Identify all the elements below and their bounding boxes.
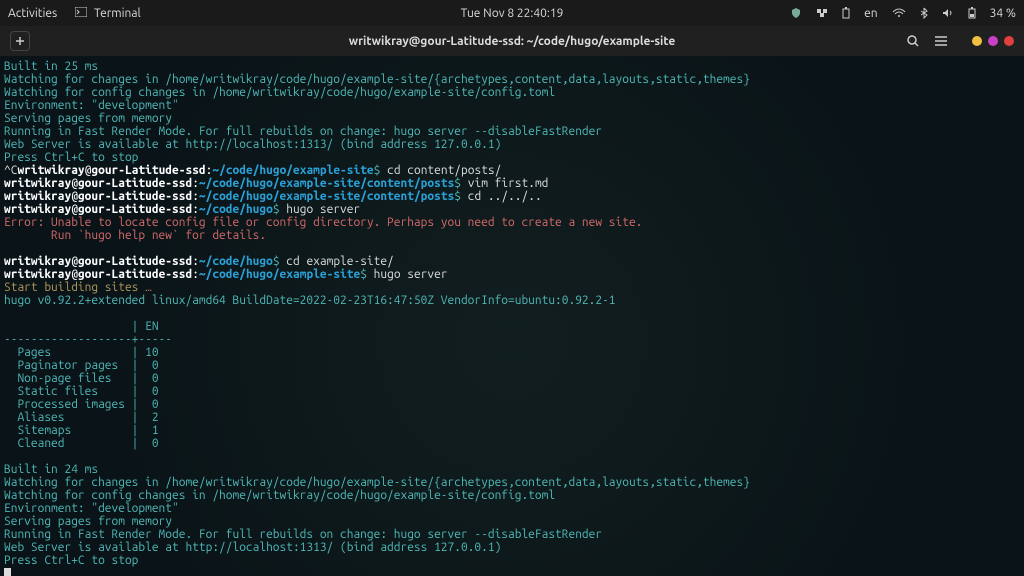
table-row: Pages | 10: [4, 346, 172, 359]
hamburger-menu-icon[interactable]: [934, 35, 948, 48]
window-title: writwikray@gour-Latitude-ssd: ~/code/hug…: [349, 35, 676, 48]
window-titlebar: writwikray@gour-Latitude-ssd: ~/code/hug…: [0, 26, 1024, 56]
new-tab-button[interactable]: [10, 31, 30, 51]
table-header: | EN: [4, 320, 172, 333]
battery-menu-icon[interactable]: [842, 7, 850, 19]
terminal-app-menu[interactable]: Terminal: [75, 7, 140, 20]
shield-icon[interactable]: [790, 7, 802, 19]
battery-percent: 34 %: [990, 7, 1016, 20]
table-row: Paginator pages | 0: [4, 359, 172, 372]
gnome-topbar: Activities Terminal Tue Nov 8 22:40:19 e…: [0, 0, 1024, 26]
minimize-button[interactable]: [972, 36, 982, 46]
table-row: Sitemaps | 1: [4, 424, 172, 437]
maximize-button[interactable]: [988, 36, 998, 46]
terminal-icon: [75, 7, 87, 17]
table-row: Processed images | 0: [4, 398, 172, 411]
table-row: Non-page files | 0: [4, 372, 172, 385]
dropbox-icon[interactable]: [816, 7, 828, 19]
battery-icon: [968, 7, 976, 19]
search-icon[interactable]: [906, 34, 920, 48]
bluetooth-icon[interactable]: [920, 7, 928, 19]
table-row: Static files | 0: [4, 385, 172, 398]
window-controls: [972, 36, 1014, 46]
terminal-output[interactable]: Built in 25 ms Watching for changes in /…: [0, 56, 1024, 576]
volume-icon[interactable]: [942, 8, 954, 18]
table-row: Aliases | 2: [4, 411, 172, 424]
wifi-icon[interactable]: [892, 8, 906, 18]
table-row: Cleaned | 0: [4, 437, 172, 450]
cursor: [4, 568, 11, 576]
terminal-app-label: Terminal: [94, 7, 141, 20]
close-button[interactable]: [1004, 36, 1014, 46]
keyboard-layout[interactable]: en: [864, 7, 877, 20]
activities-button[interactable]: Activities: [8, 7, 57, 20]
clock[interactable]: Tue Nov 8 22:40:19: [461, 7, 564, 20]
